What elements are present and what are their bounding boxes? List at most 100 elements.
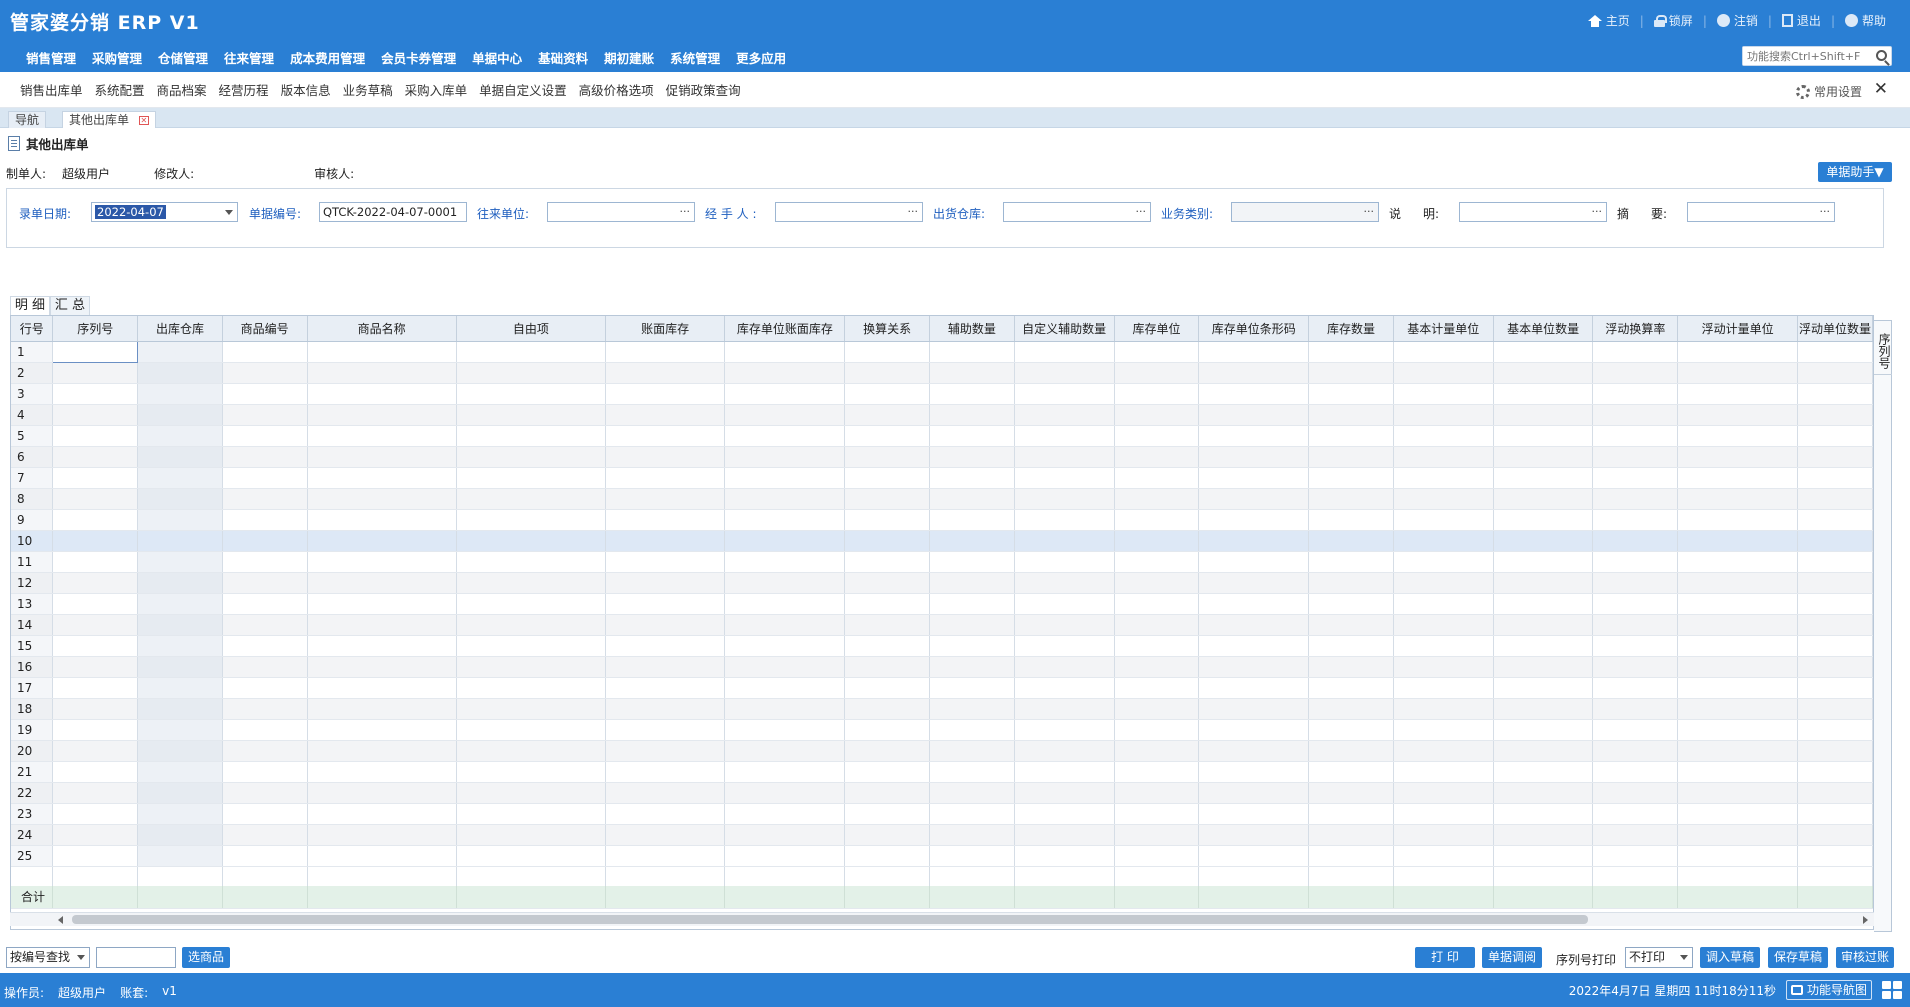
- table-cell[interactable]: [52, 740, 139, 762]
- table-cell[interactable]: [724, 698, 846, 720]
- table-cell[interactable]: [1014, 509, 1115, 531]
- table-cell[interactable]: [1592, 446, 1679, 468]
- table-cell[interactable]: [1797, 740, 1873, 762]
- table-cell[interactable]: [1114, 383, 1200, 405]
- table-cell[interactable]: [844, 782, 930, 804]
- table-cell[interactable]: [1592, 572, 1679, 594]
- table-cell[interactable]: [1493, 782, 1594, 804]
- table-cell[interactable]: [1592, 488, 1679, 510]
- table-cell[interactable]: [1393, 845, 1494, 867]
- table-cell[interactable]: [1677, 341, 1798, 363]
- table-cell[interactable]: [1014, 803, 1115, 825]
- table-cell[interactable]: [1198, 404, 1310, 426]
- table-cell[interactable]: [1677, 803, 1798, 825]
- table-cell[interactable]: [1308, 635, 1394, 657]
- table-cell[interactable]: [1198, 719, 1310, 741]
- table-cell[interactable]: [1198, 446, 1310, 468]
- table-cell[interactable]: [1493, 614, 1594, 636]
- nav-cost[interactable]: 成本费用管理: [282, 48, 373, 67]
- table-cell[interactable]: [1797, 530, 1873, 552]
- table-cell[interactable]: [222, 467, 308, 489]
- tab-other-outbound[interactable]: 其他出库单 ✕: [62, 111, 156, 128]
- table-cell[interactable]: [1677, 488, 1798, 510]
- table-cell[interactable]: [1393, 698, 1494, 720]
- table-cell[interactable]: [1797, 446, 1873, 468]
- table-cell[interactable]: [724, 656, 846, 678]
- table-cell[interactable]: [222, 362, 308, 384]
- table-cell[interactable]: [1592, 656, 1679, 678]
- tab-close-icon[interactable]: ✕: [138, 116, 149, 125]
- table-row[interactable]: 8: [11, 488, 1873, 510]
- chevron-down-icon[interactable]: [1680, 955, 1688, 960]
- quick-link[interactable]: 业务草稿: [337, 80, 399, 99]
- table-cell[interactable]: [1493, 551, 1594, 573]
- table-cell[interactable]: [724, 803, 846, 825]
- table-cell[interactable]: [1493, 803, 1594, 825]
- table-cell[interactable]: [1797, 656, 1873, 678]
- table-cell[interactable]: [222, 656, 308, 678]
- table-cell[interactable]: [1592, 551, 1679, 573]
- table-cell[interactable]: [1493, 740, 1594, 762]
- table-cell[interactable]: [1014, 740, 1115, 762]
- table-cell[interactable]: [1677, 425, 1798, 447]
- table-cell[interactable]: [1198, 677, 1310, 699]
- table-cell[interactable]: [1114, 572, 1200, 594]
- table-cell[interactable]: [605, 446, 726, 468]
- table-cell[interactable]: [1493, 824, 1594, 846]
- table-cell[interactable]: [605, 635, 726, 657]
- table-cell[interactable]: [929, 845, 1015, 867]
- table-cell[interactable]: [1393, 362, 1494, 384]
- table-cell[interactable]: [1797, 845, 1873, 867]
- print-button[interactable]: 打 印: [1415, 947, 1475, 968]
- table-cell[interactable]: [1114, 635, 1200, 657]
- table-cell[interactable]: [456, 824, 606, 846]
- table-cell[interactable]: [1493, 383, 1594, 405]
- table-row[interactable]: 19: [11, 719, 1873, 741]
- table-cell[interactable]: [222, 740, 308, 762]
- table-cell[interactable]: [929, 698, 1015, 720]
- table-cell[interactable]: [1114, 824, 1200, 846]
- table-cell[interactable]: [929, 614, 1015, 636]
- quick-link[interactable]: 商品档案: [151, 80, 213, 99]
- column-header[interactable]: 商品名称: [307, 316, 457, 342]
- table-cell[interactable]: [1308, 530, 1394, 552]
- table-cell[interactable]: [1393, 614, 1494, 636]
- table-row[interactable]: 15: [11, 635, 1873, 657]
- table-cell[interactable]: [1677, 782, 1798, 804]
- table-cell[interactable]: [1393, 824, 1494, 846]
- table-cell[interactable]: [1014, 719, 1115, 741]
- table-cell[interactable]: [605, 383, 726, 405]
- doc-no-field[interactable]: QTCK-2022-04-07-0001: [319, 202, 467, 222]
- table-cell[interactable]: [929, 803, 1015, 825]
- table-cell[interactable]: [1114, 593, 1200, 615]
- table-cell[interactable]: [605, 488, 726, 510]
- table-cell[interactable]: [1393, 761, 1494, 783]
- table-cell[interactable]: [1393, 740, 1494, 762]
- table-cell[interactable]: [1797, 677, 1873, 699]
- side-tab-serial[interactable]: 序列号: [1874, 327, 1892, 375]
- table-cell[interactable]: [1198, 551, 1310, 573]
- table-cell[interactable]: [52, 446, 139, 468]
- table-cell[interactable]: [1198, 509, 1310, 531]
- table-cell[interactable]: [307, 656, 457, 678]
- table-cell[interactable]: [1014, 425, 1115, 447]
- table-cell[interactable]: [1592, 803, 1679, 825]
- table-cell[interactable]: [1308, 677, 1394, 699]
- table-cell[interactable]: [1014, 362, 1115, 384]
- table-cell[interactable]: [1308, 362, 1394, 384]
- table-cell[interactable]: [929, 425, 1015, 447]
- table-cell[interactable]: [724, 782, 846, 804]
- table-cell[interactable]: [1393, 383, 1494, 405]
- table-cell[interactable]: [1592, 719, 1679, 741]
- table-cell[interactable]: [929, 362, 1015, 384]
- table-cell[interactable]: [1493, 488, 1594, 510]
- table-cell[interactable]: [52, 698, 139, 720]
- tab-detail[interactable]: 明 细: [10, 296, 50, 315]
- table-cell[interactable]: [1308, 824, 1394, 846]
- table-cell[interactable]: [1014, 635, 1115, 657]
- table-cell[interactable]: [307, 509, 457, 531]
- table-cell[interactable]: [605, 740, 726, 762]
- table-cell[interactable]: [1493, 761, 1594, 783]
- table-cell[interactable]: [222, 551, 308, 573]
- table-cell[interactable]: [307, 635, 457, 657]
